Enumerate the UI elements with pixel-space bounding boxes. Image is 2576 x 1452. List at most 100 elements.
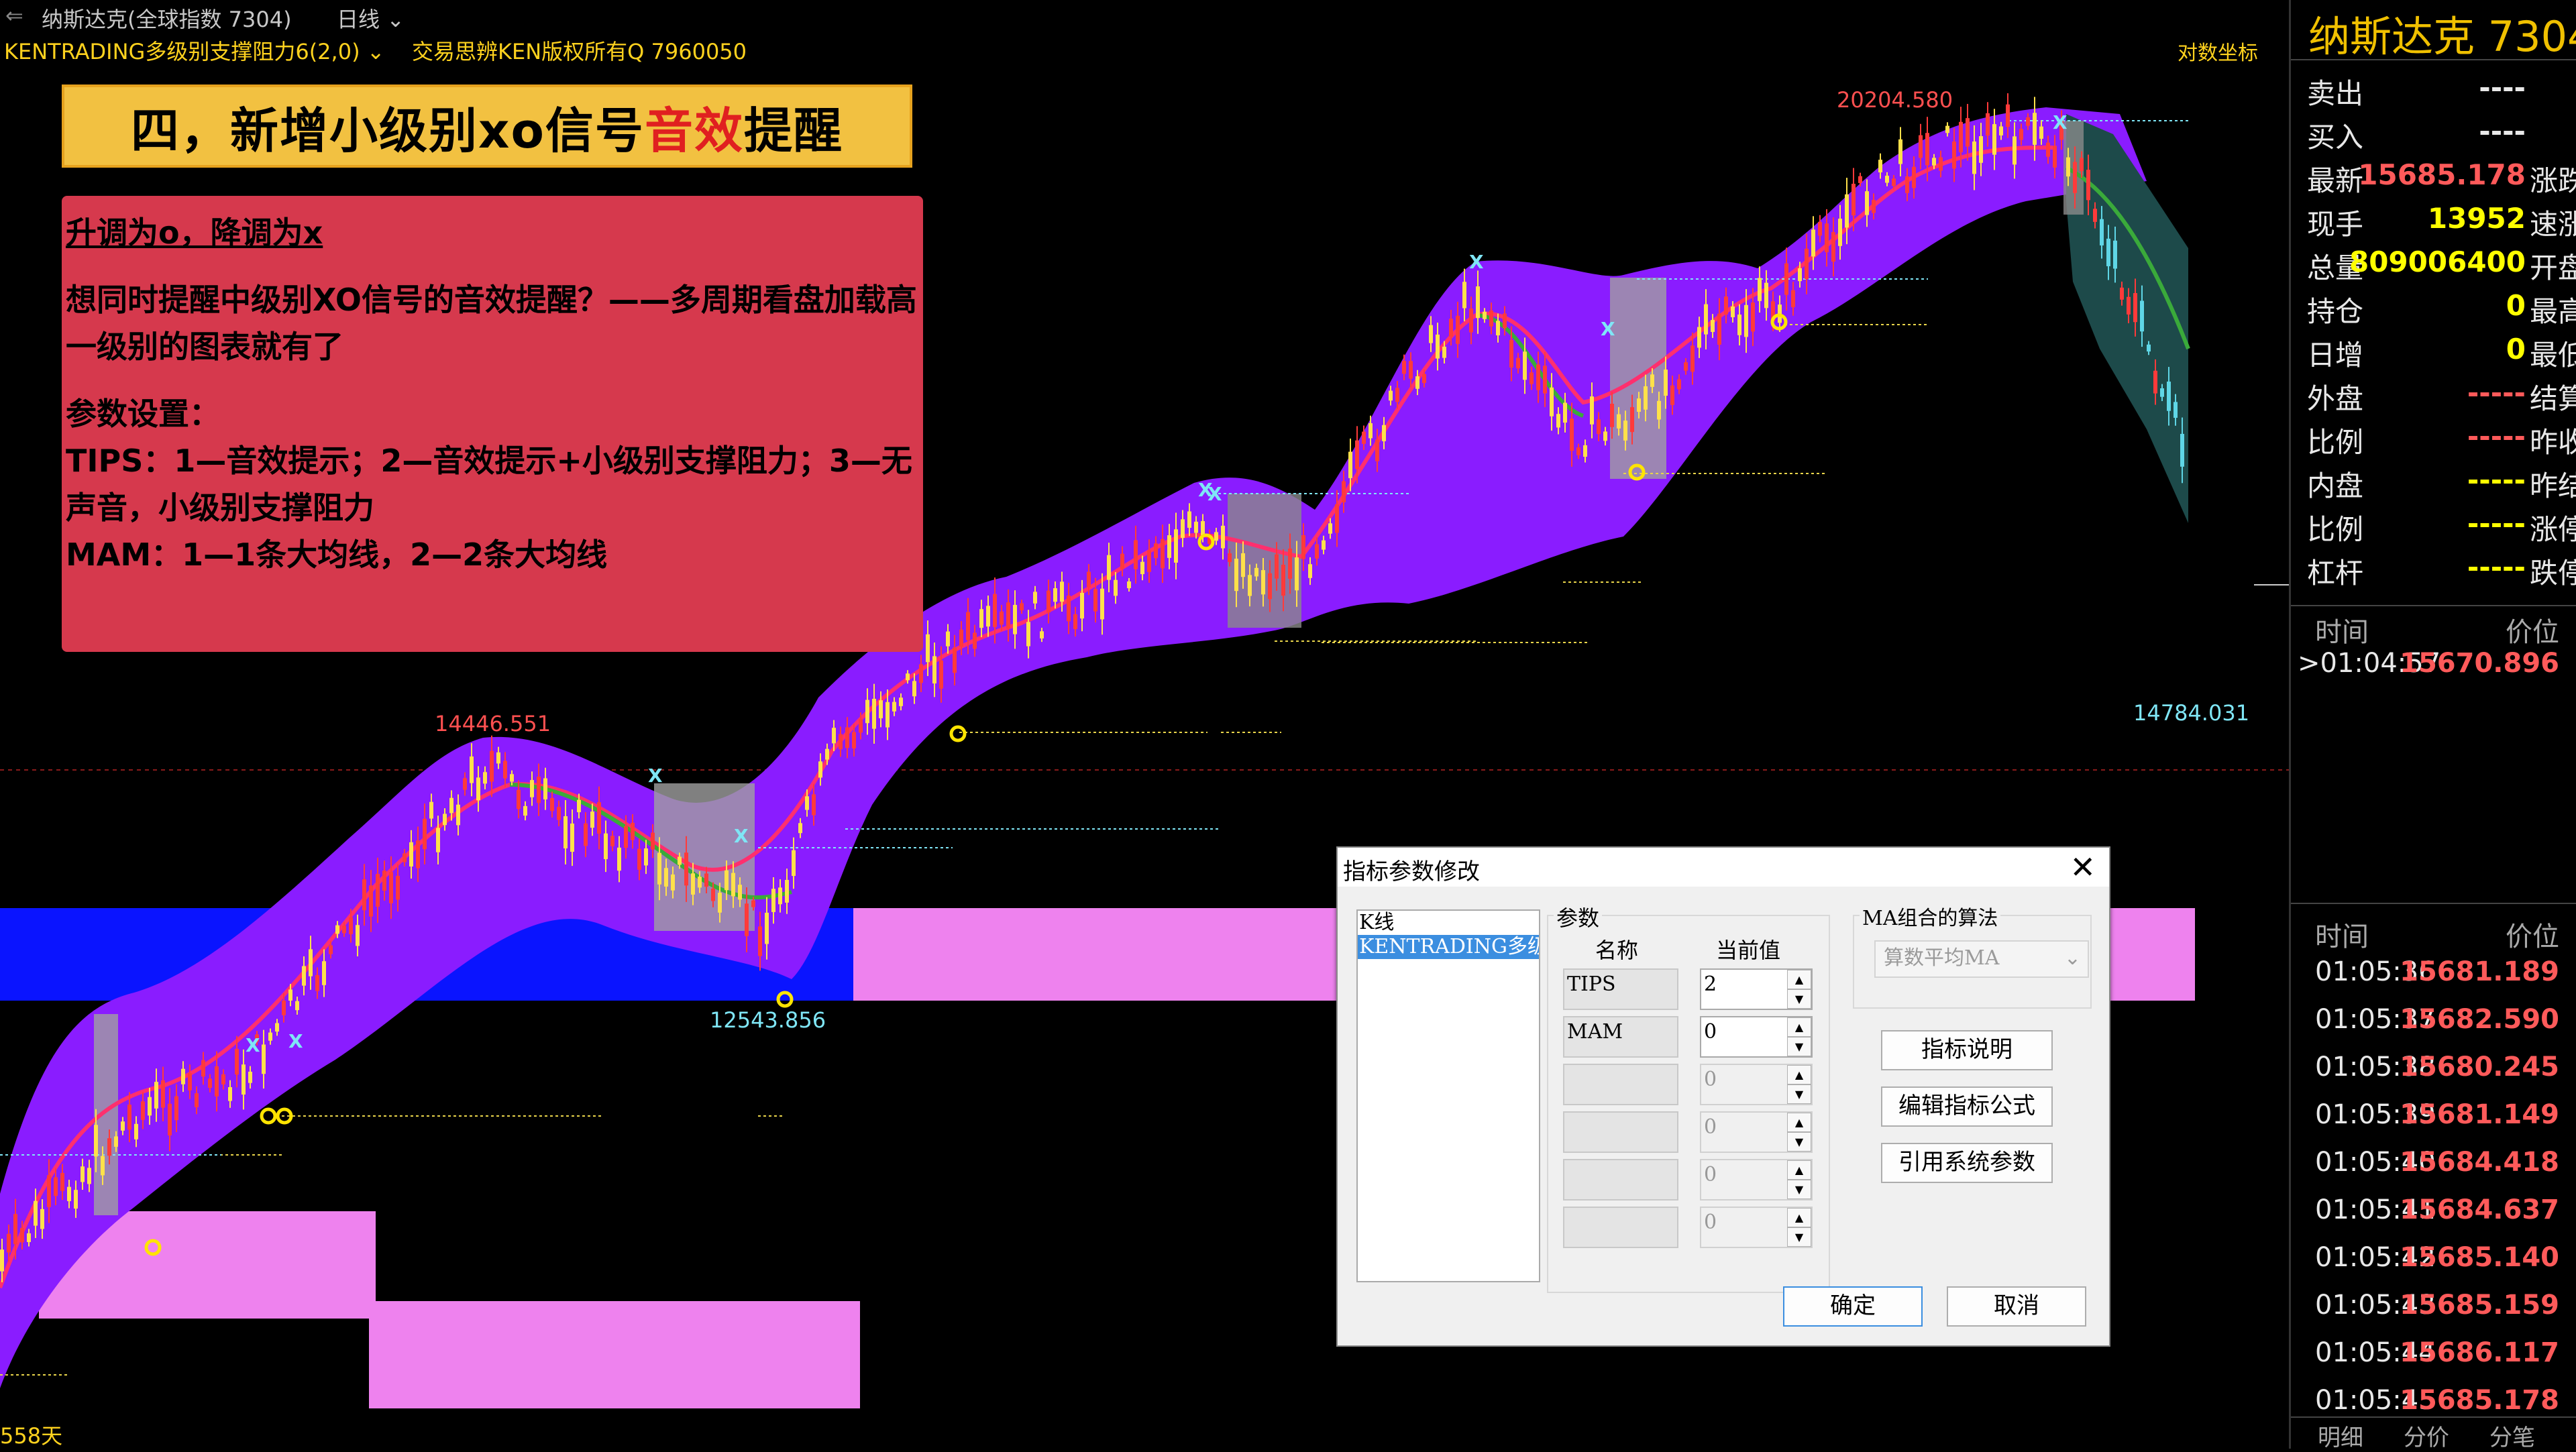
tick-row[interactable]: 01:05:37 15682.590: [2298, 1004, 2576, 1051]
candle-body: [879, 700, 883, 718]
edit-formula-button[interactable]: 编辑指标公式: [1881, 1086, 2053, 1127]
tick-row[interactable]: 01:05:44 15686.117: [2298, 1337, 2576, 1384]
candle-body: [805, 796, 809, 810]
candle-body: [503, 761, 507, 779]
quote-row: 日增 0 最低: [2298, 333, 2576, 376]
param-spinner[interactable]: ▲ ▼: [1787, 1017, 1811, 1056]
candle-body: [1872, 200, 1876, 213]
candle-body: [1140, 561, 1144, 575]
spin-down-icon[interactable]: ▼: [1787, 1132, 1811, 1152]
candle-body: [1892, 178, 1896, 186]
candle-body: [2026, 117, 2030, 126]
period-dropdown[interactable]: 日线 ⌄: [337, 3, 405, 34]
param-name: [1563, 1111, 1678, 1153]
svg-text:X: X: [2053, 111, 2068, 133]
tick-row[interactable]: 01:05:41 15684.637: [2298, 1194, 2576, 1241]
spin-up-icon[interactable]: ▲: [1787, 1208, 1811, 1227]
ma-algorithm-select[interactable]: 算数平均MA ⌄: [1874, 940, 2089, 978]
candle-body: [1248, 575, 1252, 596]
candle-body: [1342, 481, 1346, 502]
param-name: [1563, 1207, 1678, 1248]
tab-2[interactable]: 分笔: [2489, 1419, 2535, 1452]
candle-body: [1610, 403, 1614, 427]
candle-body: [1898, 139, 1902, 164]
indicator-params-dialog: 指标参数修改 ✕ K线 KENTRADING多级别 参数 名称 当前值 TIPS…: [1336, 846, 2110, 1347]
spin-up-icon[interactable]: ▲: [1787, 1017, 1811, 1037]
candle-body: [1945, 125, 1949, 133]
svg-text:X: X: [1469, 251, 1484, 273]
candle-body: [1161, 539, 1165, 569]
candle-body: [1529, 372, 1534, 384]
ok-button[interactable]: 确定: [1783, 1286, 1923, 1327]
candle-body: [329, 945, 333, 954]
cancel-button[interactable]: 取消: [1947, 1286, 2086, 1327]
dialog-titlebar[interactable]: 指标参数修改 ✕: [1338, 848, 2109, 887]
quote-row: 杠杆 ----- 跌停: [2298, 551, 2576, 594]
spin-up-icon[interactable]: ▲: [1787, 1113, 1811, 1132]
indicator-description-button[interactable]: 指标说明: [1881, 1030, 2053, 1070]
candle-body: [745, 903, 749, 936]
candle-body: [919, 664, 923, 683]
tick-row[interactable]: 01:05:39 15681.149: [2298, 1099, 2576, 1146]
tick-header-2: 时间 价位: [2298, 915, 2576, 962]
candle-body: [1966, 118, 1970, 147]
spin-down-icon[interactable]: ▼: [1787, 1084, 1811, 1104]
tick-row[interactable]: 01:05:43 15685.159: [2298, 1290, 2576, 1337]
candle-body: [1114, 579, 1118, 596]
back-icon[interactable]: ⇐: [5, 3, 23, 28]
candle-body: [107, 1138, 111, 1156]
spin-up-icon[interactable]: ▲: [1787, 970, 1811, 989]
candle-body: [1261, 570, 1265, 595]
candle-body: [1972, 142, 1976, 174]
candle-body: [369, 885, 373, 917]
candle-body: [1805, 248, 1809, 280]
tab-0[interactable]: 明细: [2318, 1419, 2363, 1452]
candle-body: [1878, 160, 1882, 173]
candle-body: [543, 778, 547, 799]
candle-body: [1100, 588, 1104, 620]
tick-price: 15684.637: [2400, 1194, 2559, 1225]
candle-body: [1959, 121, 1963, 152]
candle-body: [664, 868, 668, 887]
candle-body: [1322, 540, 1326, 550]
candle-body: [1670, 385, 1674, 405]
spin-down-icon[interactable]: ▼: [1787, 1180, 1811, 1199]
list-item-selected[interactable]: KENTRADING多级别: [1358, 935, 1539, 959]
param-spinner: ▲ ▼: [1787, 1065, 1811, 1104]
candle-body: [979, 609, 983, 628]
close-icon[interactable]: ✕: [2070, 849, 2096, 885]
tab-1[interactable]: 分价: [2404, 1419, 2449, 1452]
candle-body: [443, 814, 447, 826]
spin-down-icon[interactable]: ▼: [1787, 989, 1811, 1009]
candle-body: [1731, 306, 1735, 317]
candle-body: [1053, 588, 1057, 602]
spin-up-icon[interactable]: ▲: [1787, 1065, 1811, 1084]
candle-body: [1120, 553, 1124, 569]
param-spinner: ▲ ▼: [1787, 1208, 1811, 1247]
tick-row[interactable]: 01:05:38 15680.245: [2298, 1052, 2576, 1099]
candle-body: [530, 780, 534, 797]
use-system-params-button[interactable]: 引用系统参数: [1881, 1143, 2053, 1183]
quote-label-right: 速涨: [2529, 208, 2576, 241]
candle-body: [1905, 176, 1909, 193]
list-item[interactable]: K线: [1358, 911, 1539, 935]
spin-up-icon[interactable]: ▲: [1787, 1160, 1811, 1180]
tick-row[interactable]: 01:05:42 15685.140: [2298, 1242, 2576, 1289]
candle-body: [1006, 602, 1010, 629]
note-line-tips: TIPS：1—音效提示；2—音效提示+小级别支撑阻力；3—无声音，小级别支撑阻力: [66, 443, 912, 526]
tick-header-price: 价位: [2506, 922, 2559, 952]
spin-down-icon[interactable]: ▼: [1787, 1227, 1811, 1247]
divider: [2291, 1416, 2576, 1418]
candle-body: [1194, 521, 1198, 533]
candle-body: [2100, 219, 2104, 245]
candle-body: [1254, 567, 1258, 577]
spin-down-icon[interactable]: ▼: [1787, 1037, 1811, 1056]
tick-row[interactable]: 01:05:36 15681.189: [2298, 956, 2576, 1003]
candle-body: [1697, 327, 1701, 348]
indicator-list[interactable]: K线 KENTRADING多级别: [1356, 909, 1540, 1282]
ma-group-title: MA组合的算法: [1860, 901, 2001, 931]
tick-row-selected[interactable]: >01:04:57 15670.896: [2298, 648, 2576, 695]
candle-body: [496, 752, 500, 764]
param-spinner[interactable]: ▲ ▼: [1787, 970, 1811, 1009]
tick-row[interactable]: 01:05:40 15684.418: [2298, 1147, 2576, 1194]
